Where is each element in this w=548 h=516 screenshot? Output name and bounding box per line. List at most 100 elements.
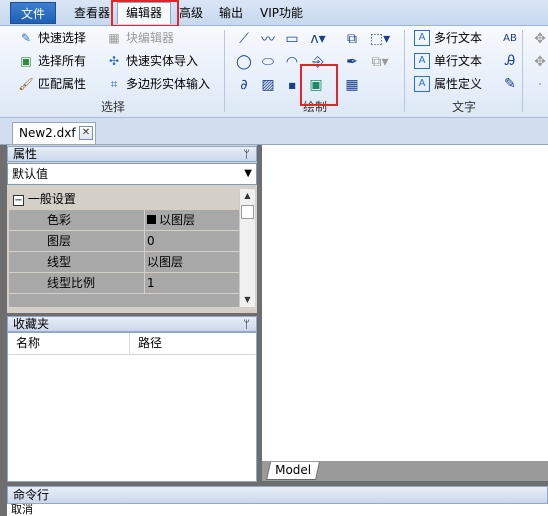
quick-select-button[interactable]: ✎ 快速选择 bbox=[18, 28, 86, 48]
block-editor-icon: ▦ bbox=[108, 31, 120, 45]
pin-icon[interactable]: ᛘ bbox=[243, 147, 250, 162]
scroll-thumb[interactable] bbox=[241, 205, 254, 219]
text-style-icon[interactable]: AB bbox=[500, 28, 520, 48]
table-row[interactable]: 图层 0 bbox=[9, 231, 239, 252]
hatch-icon[interactable]: ▨ bbox=[258, 75, 278, 95]
select-all-button[interactable]: ▣ 选择所有 bbox=[18, 51, 86, 71]
favorites-panel: 名称 路径 bbox=[7, 332, 257, 482]
multiline-text-button[interactable]: A 多行文本 bbox=[414, 28, 482, 48]
model-tab-label: Model bbox=[275, 463, 312, 477]
block-insert-icon[interactable]: ⧉ bbox=[342, 29, 362, 49]
prop-value: 1 bbox=[147, 276, 155, 290]
singleline-text-icon: A bbox=[414, 53, 430, 69]
circle-icon[interactable]: ◯ bbox=[234, 52, 254, 72]
menu-file[interactable]: 文件 bbox=[10, 2, 56, 24]
quick-select-icon: ✎ bbox=[20, 31, 32, 45]
prop-value: 0 bbox=[147, 234, 155, 248]
polygon-input-button[interactable]: ⌗ 多边形实体输入 bbox=[106, 74, 210, 94]
quick-import-icon: ✣ bbox=[108, 54, 120, 68]
region-icon[interactable]: ⬚▾ bbox=[370, 29, 390, 49]
document-tab-bar: New2.dxf ✕ bbox=[0, 118, 548, 145]
table-icon[interactable]: ▦ bbox=[342, 75, 362, 95]
properties-selector[interactable]: 默认值 ▼ bbox=[7, 163, 257, 185]
select-group: ✎ 快速选择 ▦ 块编辑器 ▣ 选择所有 ✣ 快速实体导入 🖌 匹配属性 ⌗ 多… bbox=[0, 26, 226, 118]
close-icon[interactable]: ✕ bbox=[79, 126, 93, 140]
command-output[interactable]: 取消 bbox=[7, 504, 548, 516]
favorites-title-label: 收藏夹 bbox=[13, 317, 50, 331]
polygon-input-label: 多边形实体输入 bbox=[126, 77, 211, 91]
ribbon-separator bbox=[224, 30, 225, 112]
line-icon[interactable]: ⟋ bbox=[234, 29, 254, 49]
color-swatch-icon bbox=[147, 215, 156, 224]
block-editor-button[interactable]: ▦ 块编辑器 bbox=[106, 28, 174, 48]
quick-import-button[interactable]: ✣ 快速实体导入 bbox=[106, 51, 198, 71]
table-row[interactable]: 色彩 以图层 bbox=[9, 210, 239, 231]
favorites-panel-title: 收藏夹 ᛘ bbox=[7, 316, 257, 332]
section-header: − 一般设置 bbox=[9, 189, 145, 209]
text-group: A 多行文本 A 单行文本 A 属性定义 AB Ꭿ ✎ 文字 bbox=[404, 26, 524, 118]
section-label: 一般设置 bbox=[27, 192, 76, 206]
text-group-label: 文字 bbox=[451, 100, 476, 114]
prop-value: 以图层 bbox=[147, 255, 184, 269]
copy-disabled-icon: ⧉▾ bbox=[371, 54, 389, 70]
ribbon: ✎ 快速选择 ▦ 块编辑器 ▣ 选择所有 ✣ 快速实体导入 🖌 匹配属性 ⌗ 多… bbox=[0, 26, 548, 118]
match-props-button[interactable]: 🖌 匹配属性 bbox=[18, 74, 86, 94]
table-row[interactable]: 线型 以图层 bbox=[9, 252, 239, 273]
multiline-tool-icon[interactable]: ʌ▾ bbox=[308, 29, 328, 49]
section-row[interactable]: − 一般设置 bbox=[9, 189, 239, 210]
document-tab[interactable]: New2.dxf ✕ bbox=[12, 122, 96, 144]
pin-icon[interactable]: ᛘ bbox=[243, 317, 250, 332]
arc-icon[interactable]: ◠ bbox=[282, 52, 302, 72]
properties-grid: − 一般设置 色彩 以图层 图层 0 线型 以图层 线型比例 1 bbox=[9, 189, 239, 307]
table-row[interactable]: 线型比例 1 bbox=[9, 273, 239, 294]
select-all-label: 选择所有 bbox=[38, 54, 87, 68]
rectangle-icon[interactable]: ▭ bbox=[282, 29, 302, 49]
properties-selector-value: 默认值 bbox=[12, 167, 49, 181]
select-group-label: 选择 bbox=[100, 100, 125, 114]
attr-def-icon: A bbox=[414, 76, 430, 92]
match-props-label: 匹配属性 bbox=[38, 77, 87, 91]
point-icon[interactable]: ■ bbox=[282, 75, 302, 95]
polyline-icon[interactable]: 〰 bbox=[258, 29, 278, 49]
curve-icon[interactable]: ∂ bbox=[234, 75, 254, 95]
document-tab-label: New2.dxf bbox=[19, 126, 76, 140]
extra-tool-icon: ✥ bbox=[534, 54, 546, 70]
section-value bbox=[147, 189, 239, 209]
collapse-icon[interactable]: − bbox=[13, 195, 24, 206]
quick-select-label: 快速选择 bbox=[38, 31, 87, 45]
singleline-text-button[interactable]: A 单行文本 bbox=[414, 51, 482, 71]
column-header-path[interactable]: 路径 bbox=[132, 333, 252, 354]
ribbon-separator bbox=[522, 30, 523, 112]
properties-title-label: 属性 bbox=[13, 147, 38, 161]
menu-output[interactable]: 输出 bbox=[211, 3, 251, 23]
ellipse-icon[interactable]: ⬭ bbox=[258, 52, 278, 72]
column-header-name[interactable]: 名称 bbox=[10, 333, 130, 354]
text-note-icon[interactable]: ✎ bbox=[500, 74, 520, 94]
prop-value-text: 以图层 bbox=[159, 213, 196, 227]
multiline-text-icon: A bbox=[414, 30, 430, 46]
select-all-icon: ▣ bbox=[20, 54, 32, 68]
prop-key: 线型比例 bbox=[9, 273, 145, 293]
menu-bar: 文件 查看器 编辑器 高级 输出 VIP功能 bbox=[0, 0, 548, 26]
model-tab[interactable]: Model bbox=[266, 462, 320, 480]
properties-panel-title: 属性 ᛘ bbox=[7, 146, 257, 162]
pen-icon[interactable]: ✒ bbox=[342, 52, 362, 72]
drawing-canvas[interactable] bbox=[262, 145, 548, 461]
text-edit-icon[interactable]: Ꭿ bbox=[500, 51, 520, 71]
prop-key: 图层 bbox=[9, 231, 145, 251]
scroll-up-icon[interactable]: ▲ bbox=[240, 189, 255, 203]
prop-key: 色彩 bbox=[9, 210, 145, 230]
draw-highlight-box bbox=[300, 64, 338, 106]
menu-vip[interactable]: VIP功能 bbox=[252, 3, 311, 23]
favorites-header: 名称 路径 bbox=[8, 333, 256, 355]
attr-def-button[interactable]: A 属性定义 bbox=[414, 74, 482, 94]
properties-scrollbar[interactable]: ▲ ▼ bbox=[239, 189, 255, 307]
layout-tab-bar: Model bbox=[262, 461, 548, 481]
extra-tool-icon: · bbox=[537, 77, 543, 93]
quick-import-label: 快速实体导入 bbox=[126, 54, 199, 68]
scroll-down-icon[interactable]: ▼ bbox=[240, 293, 255, 307]
editor-highlight-box bbox=[111, 0, 179, 27]
multiline-text-label: 多行文本 bbox=[434, 31, 483, 45]
block-editor-label: 块编辑器 bbox=[126, 31, 175, 45]
prop-value: 以图层 bbox=[147, 210, 239, 230]
